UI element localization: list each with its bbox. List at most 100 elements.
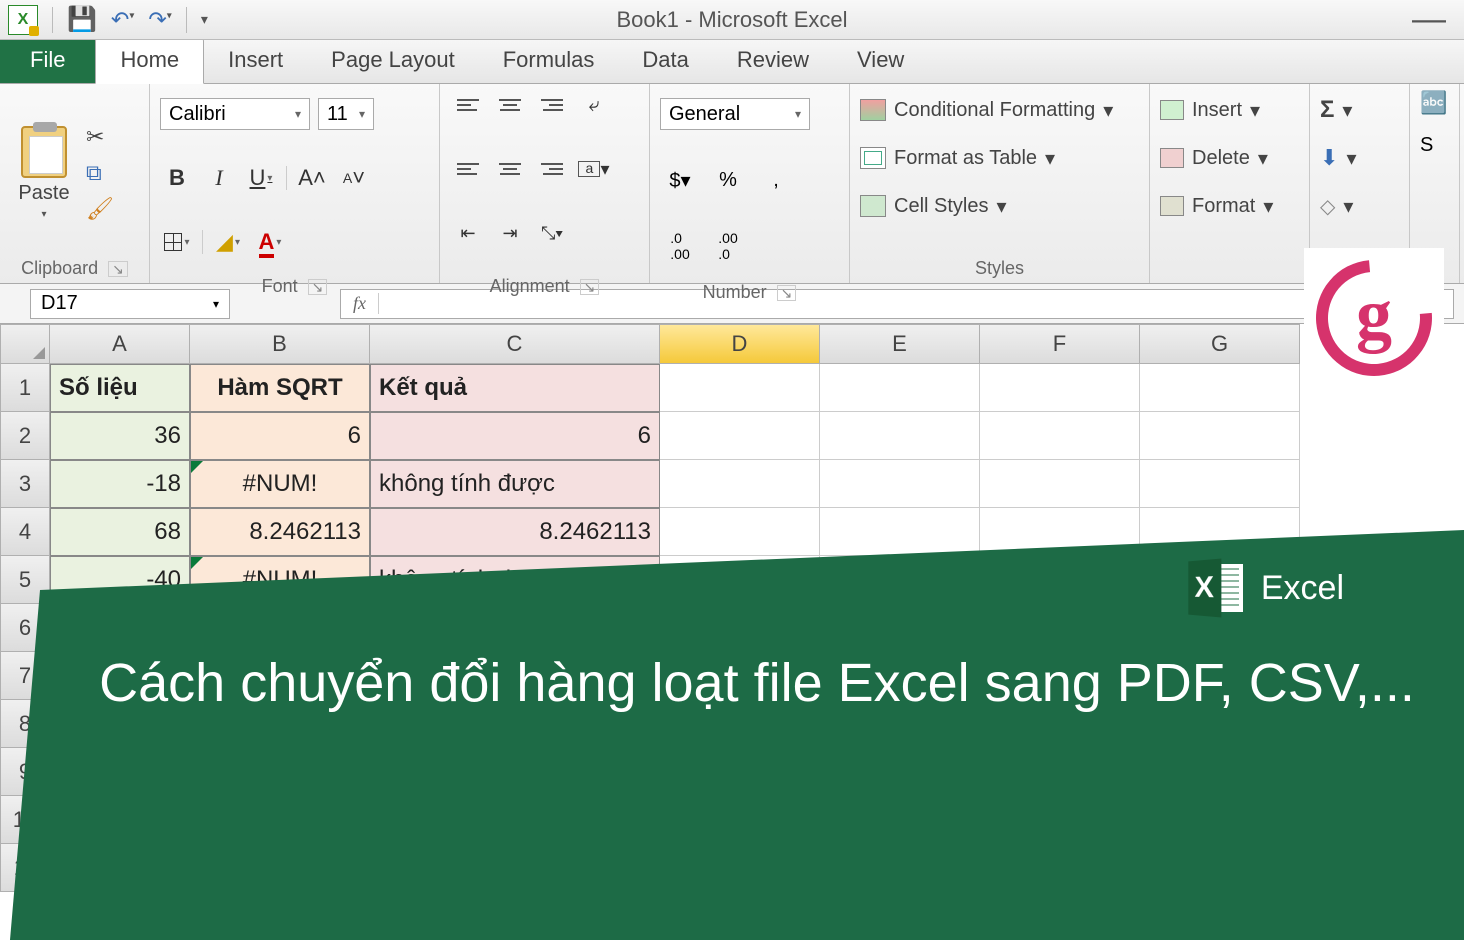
cell[interactable] [1140,700,1300,748]
cell[interactable] [370,748,660,796]
cell[interactable] [50,700,190,748]
cell[interactable] [820,412,980,460]
cell[interactable] [980,796,1140,844]
cell[interactable] [660,748,820,796]
cell[interactable] [980,364,1140,412]
cell[interactable] [1140,796,1300,844]
cell[interactable] [980,748,1140,796]
decrease-indent-button[interactable]: ⇤ [450,218,486,248]
autosum-button[interactable]: Σ ▾ [1320,90,1399,130]
dialog-launcher-icon[interactable]: ↘ [777,285,797,301]
delete-cells-button[interactable]: Delete ▾ [1160,138,1299,178]
cell[interactable] [820,604,980,652]
wrap-text-button[interactable]: ⤶ [576,90,612,120]
cell[interactable]: Số liệu [50,364,190,412]
cell[interactable] [190,796,370,844]
cell[interactable] [370,604,660,652]
cell[interactable] [660,508,820,556]
cell[interactable]: #NUM! [190,460,370,508]
row-header[interactable]: 4 [0,508,50,556]
merge-center-button[interactable]: ▾ [576,154,612,184]
cell[interactable] [660,604,820,652]
col-header-c[interactable]: C [370,324,660,364]
cell[interactable] [660,412,820,460]
undo-icon[interactable]: ↶▾ [111,7,134,33]
row-header[interactable]: 6 [0,604,50,652]
cell[interactable] [820,844,980,892]
cell[interactable] [190,652,370,700]
qat-dropdown-icon[interactable]: ▾ [201,11,208,28]
excel-app-icon[interactable]: X [8,5,38,35]
percent-format-button[interactable]: % [708,165,748,195]
minimize-icon[interactable]: — [1412,0,1446,39]
cell[interactable] [660,556,820,604]
tab-view[interactable]: View [833,39,928,83]
decrease-decimal-button[interactable]: .00.0 [708,231,748,261]
cell[interactable] [1140,604,1300,652]
cell[interactable] [1140,844,1300,892]
cell[interactable] [190,748,370,796]
tab-insert[interactable]: Insert [204,39,307,83]
cell[interactable]: -18 [50,460,190,508]
cell[interactable]: #NUM! [190,556,370,604]
paste-button[interactable]: Paste ▾ [10,90,78,256]
tab-home[interactable]: Home [95,38,204,84]
font-size-combo[interactable]: 11▾ [318,98,374,130]
borders-button[interactable] [160,227,194,257]
spreadsheet-grid[interactable]: A B C D E F G 1 Số liệu Hàm SQRT Kết quả… [0,324,1464,892]
conditional-formatting-button[interactable]: Conditional Formatting ▾ [860,90,1139,130]
col-header-a[interactable]: A [50,324,190,364]
cell[interactable] [820,364,980,412]
col-header-d[interactable]: D [660,324,820,364]
save-icon[interactable]: 💾 [67,5,97,34]
copy-icon[interactable]: ⧉ [86,160,114,186]
fill-color-button[interactable]: ◢ [211,227,245,257]
clear-button[interactable]: ◇ ▾ [1320,186,1399,226]
cell[interactable] [660,364,820,412]
cell[interactable] [980,844,1140,892]
cell[interactable] [190,700,370,748]
align-middle-button[interactable] [492,90,528,120]
col-header-e[interactable]: E [820,324,980,364]
tab-formulas[interactable]: Formulas [479,39,619,83]
redo-icon[interactable]: ↷▾ [148,7,171,33]
cell[interactable] [50,844,190,892]
cell[interactable] [820,508,980,556]
cell[interactable]: 68 [50,508,190,556]
row-header[interactable]: 2 [0,412,50,460]
cell[interactable]: -40 [50,556,190,604]
cell[interactable]: 6 [370,412,660,460]
row-header[interactable]: 5 [0,556,50,604]
cell[interactable] [1140,748,1300,796]
cell[interactable] [660,652,820,700]
cell[interactable] [660,460,820,508]
cut-icon[interactable]: ✂ [86,124,114,150]
cell[interactable] [980,604,1140,652]
grow-font-button[interactable]: A˄ [295,163,329,193]
bold-button[interactable]: B [160,163,194,193]
cell[interactable] [1140,556,1300,604]
col-header-g[interactable]: G [1140,324,1300,364]
format-cells-button[interactable]: Format ▾ [1160,186,1299,226]
increase-indent-button[interactable]: ⇥ [492,218,528,248]
cell[interactable] [660,796,820,844]
cell[interactable] [1140,508,1300,556]
tab-page-layout[interactable]: Page Layout [307,39,479,83]
accounting-format-button[interactable]: $▾ [660,165,700,195]
row-header[interactable]: 7 [0,652,50,700]
cell[interactable]: 6 [190,412,370,460]
cell[interactable]: 36 [50,412,190,460]
cell[interactable]: Kết quả [370,364,660,412]
dialog-launcher-icon[interactable]: ↘ [308,279,328,295]
select-all-corner[interactable] [0,324,50,364]
cell[interactable] [370,700,660,748]
italic-button[interactable]: I [202,163,236,193]
cell[interactable] [980,412,1140,460]
row-header[interactable]: 11 [0,844,50,892]
col-header-b[interactable]: B [190,324,370,364]
cell[interactable] [1140,364,1300,412]
dialog-launcher-icon[interactable]: ↘ [108,261,128,277]
cell[interactable] [980,508,1140,556]
cell[interactable] [1140,652,1300,700]
cell[interactable] [980,652,1140,700]
